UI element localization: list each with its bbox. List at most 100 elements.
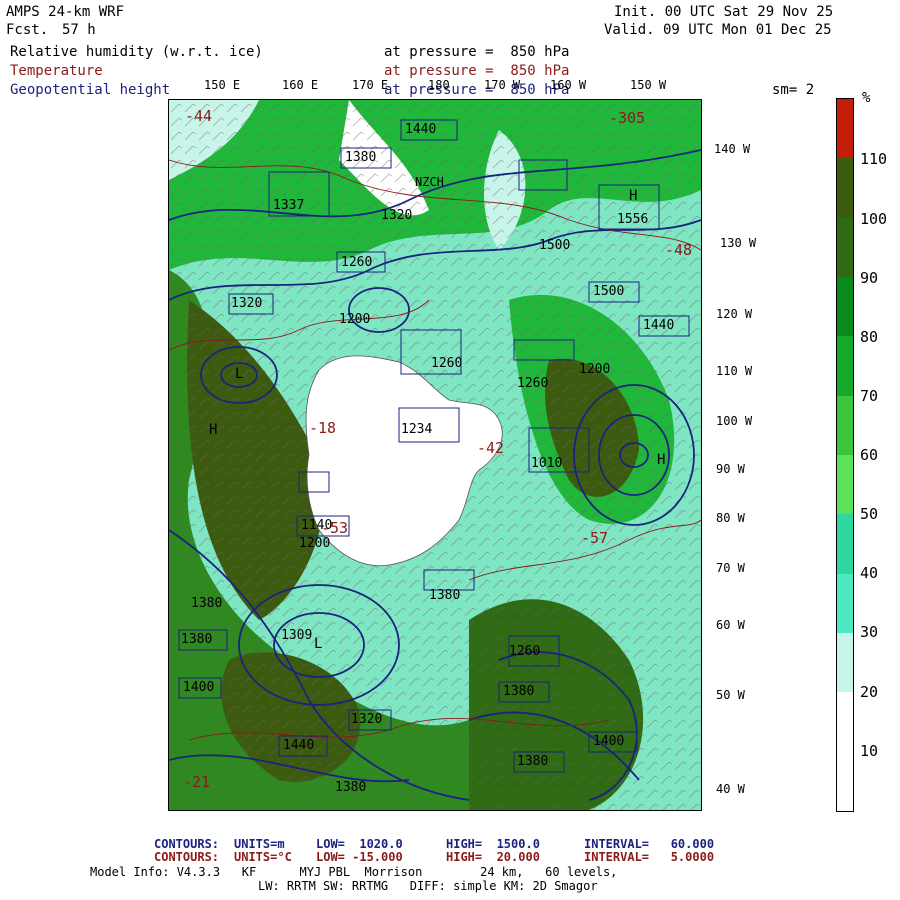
colorbar-segment bbox=[837, 336, 853, 396]
colorbar-tick: 70 bbox=[860, 387, 879, 405]
lat-label-80w: 80 W bbox=[716, 511, 745, 525]
height-label: 1320 bbox=[231, 296, 263, 311]
colorbar-segment bbox=[837, 277, 853, 337]
valid-time: Valid. 09 UTC Mon 01 Dec 25 bbox=[604, 22, 832, 38]
init-time: Init. 00 UTC Sat 29 Nov 25 bbox=[614, 4, 834, 20]
height-label: 1380 bbox=[503, 684, 535, 699]
height-label: 1440 bbox=[283, 738, 315, 753]
field-temp-level: at pressure = 850 hPa bbox=[384, 63, 570, 79]
colorbar-tick: 50 bbox=[860, 505, 879, 523]
height-label: 1380 bbox=[335, 780, 367, 795]
lat-label-50w: 50 W bbox=[716, 688, 745, 702]
temperature-label: -305 bbox=[609, 109, 646, 127]
colorbar-tick: 100 bbox=[860, 210, 888, 228]
height-label: 1400 bbox=[593, 734, 625, 749]
colorbar-tick: 60 bbox=[860, 446, 879, 464]
temperature-label: -57 bbox=[581, 529, 609, 547]
model-info-line-2: LW: RRTM SW: RRTMG DIFF: simple KM: 2D S… bbox=[258, 879, 598, 893]
temperature-label: -21 bbox=[183, 773, 211, 791]
model-title: AMPS 24-km WRF bbox=[6, 4, 125, 20]
height-label: 1320 bbox=[381, 208, 413, 223]
height-label: 1380 bbox=[345, 150, 377, 165]
height-label: 1380 bbox=[181, 632, 213, 647]
lat-label-120w: 120 W bbox=[716, 307, 753, 321]
colorbar-segment bbox=[837, 217, 853, 277]
fcst-label: Fcst. bbox=[6, 22, 49, 38]
contours-temp-label: CONTOURS: bbox=[154, 850, 220, 864]
contours-temp-interval: INTERVAL= 5.0000 bbox=[584, 850, 715, 864]
lat-label-110w: 110 W bbox=[716, 364, 753, 378]
lat-label-90w: 90 W bbox=[716, 462, 745, 476]
height-label: 1500 bbox=[593, 284, 625, 299]
high-marker: H bbox=[629, 188, 638, 204]
map-panel: 1440 1380 1337 1320 1260 1320 1200 1260 … bbox=[168, 99, 702, 811]
height-label: 1400 bbox=[183, 680, 215, 695]
lat-label-70w: 70 W bbox=[716, 561, 745, 575]
height-label: 1260 bbox=[509, 644, 541, 659]
height-label: 1380 bbox=[517, 754, 549, 769]
smoothing-label: sm= 2 bbox=[772, 82, 815, 98]
height-label: 1200 bbox=[579, 362, 611, 377]
colorbar-segment bbox=[837, 395, 853, 455]
high-marker: H bbox=[209, 422, 218, 438]
lon-label-160e: 160 E bbox=[282, 78, 319, 92]
colorbar-segment bbox=[837, 455, 853, 515]
lon-label-170e: 170 E bbox=[352, 78, 389, 92]
contours-temp-high: HIGH= 20.000 bbox=[446, 850, 540, 864]
model-info-line-1: Model Info: V4.3.3 KF MYJ PBL Morrison 2… bbox=[90, 865, 618, 879]
high-marker: H bbox=[657, 452, 666, 468]
field-height-name: Geopotential height bbox=[10, 82, 171, 98]
field-temp-name: Temperature bbox=[10, 63, 103, 79]
field-rh-name: Relative humidity (w.r.t. ice) bbox=[10, 44, 263, 60]
colorbar-unit: % bbox=[862, 90, 871, 106]
colorbar-tick: 40 bbox=[860, 564, 879, 582]
low-marker: L bbox=[235, 366, 244, 382]
fcst-value: 57 h bbox=[62, 22, 96, 38]
temperature-label: -42 bbox=[477, 439, 505, 457]
height-label: 1260 bbox=[431, 356, 463, 371]
temperature-label: -18 bbox=[309, 419, 337, 437]
height-label: 1337 bbox=[273, 198, 305, 213]
colorbar-tick: 110 bbox=[860, 150, 888, 168]
height-label: 1320 bbox=[351, 712, 383, 727]
colorbar-tick: 80 bbox=[860, 328, 879, 346]
lon-label-150w: 150 W bbox=[630, 78, 667, 92]
colorbar-segment bbox=[837, 633, 853, 693]
field-rh-level: at pressure = 850 hPa bbox=[384, 44, 570, 60]
temperature-label: -48 bbox=[665, 241, 693, 259]
height-label: 1556 bbox=[617, 212, 649, 227]
lon-label-180: 180 bbox=[428, 78, 450, 92]
height-label: 1260 bbox=[517, 376, 549, 391]
height-label: 1200 bbox=[299, 536, 331, 551]
colorbar-segment bbox=[837, 514, 853, 574]
colorbar bbox=[836, 98, 854, 812]
lat-label-40w: 40 W bbox=[716, 782, 745, 796]
height-label: 1380 bbox=[429, 588, 461, 603]
lat-label-100w: 100 W bbox=[716, 414, 753, 428]
height-label: 1500 bbox=[539, 238, 571, 253]
map-field-graphic bbox=[169, 100, 701, 810]
colorbar-segment bbox=[837, 99, 853, 159]
height-label: 1234 bbox=[401, 422, 433, 437]
height-label: 1309 bbox=[281, 628, 313, 643]
contours-temp-units: UNITS=°C bbox=[234, 850, 292, 864]
contours-temp-low: LOW= -15.000 bbox=[316, 850, 403, 864]
station-label: NZCH bbox=[415, 175, 444, 189]
lon-label-170w: 170 W bbox=[484, 78, 521, 92]
colorbar-tick: 20 bbox=[860, 683, 879, 701]
lon-label-160w: 160 W bbox=[550, 78, 587, 92]
temperature-label: -44 bbox=[185, 107, 213, 125]
lon-label-150e: 150 E bbox=[204, 78, 241, 92]
colorbar-segment bbox=[837, 158, 853, 218]
colorbar-tick: 30 bbox=[860, 623, 879, 641]
height-label: 1260 bbox=[341, 255, 373, 270]
lat-label-60w: 60 W bbox=[716, 618, 745, 632]
low-marker: L bbox=[314, 636, 323, 652]
height-label: 1380 bbox=[191, 596, 223, 611]
lat-label-130w: 130 W bbox=[720, 236, 757, 250]
temperature-label: -53 bbox=[321, 519, 349, 537]
height-label: 1200 bbox=[339, 312, 371, 327]
height-label: 1440 bbox=[643, 318, 675, 333]
colorbar-segment bbox=[837, 751, 853, 811]
colorbar-segment bbox=[837, 692, 853, 752]
